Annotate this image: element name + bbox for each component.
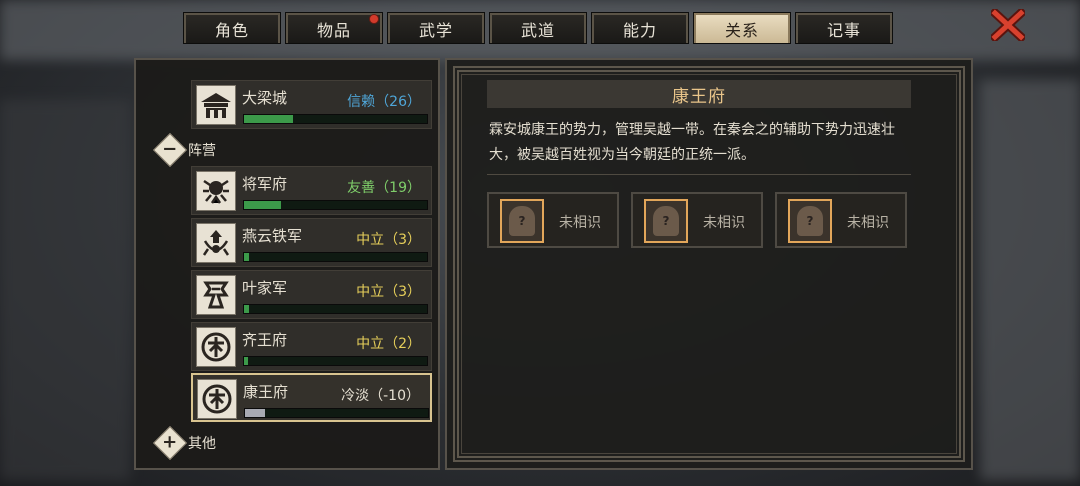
relation-bar-fill [244,357,248,365]
group-other[interactable]: + 其他 [153,426,216,460]
ye-emblem-icon [196,275,236,315]
member-card[interactable]: ? 未相识 [631,192,763,248]
member-label: 未相识 [559,215,601,231]
divider [487,174,911,175]
relation-bar [243,252,428,262]
tab-label: 能力 [622,21,657,40]
relation-bar [243,356,428,366]
kang-prince-emblem-icon [197,379,237,419]
yanyun-emblem-icon [196,223,236,263]
list-item-yanyun-army[interactable]: 燕云铁军 中立（3） [191,218,432,267]
member-card[interactable]: ? 未相识 [487,192,619,248]
expand-toggle-icon[interactable]: + [153,426,187,460]
tab-label: 物品 [316,21,351,40]
relation-bar [243,114,428,124]
faction-title: 康王府 [487,80,911,108]
unknown-avatar-icon: ? [644,199,688,243]
tab-label: 角色 [214,21,249,40]
faction-name: 将军府 [242,175,288,193]
tab-label: 关系 [724,21,759,40]
faction-name: 燕云铁军 [242,227,303,245]
relation-bar-fill [244,305,250,313]
relation-bar-fill [244,201,281,209]
relation-bar [243,304,428,314]
relation-bar [243,200,428,210]
faction-name: 大梁城 [242,89,288,107]
list-item-general-mansion[interactable]: 将军府 友善（19） [191,166,432,215]
tab-label: 武道 [520,21,555,40]
tab-relations[interactable]: 关系 [693,12,791,44]
relation-status: 信赖（26） [347,94,421,110]
relation-bar-fill [244,253,250,261]
faction-name: 康王府 [243,383,289,401]
unknown-avatar-icon: ? [500,199,544,243]
tab-character[interactable]: 角色 [183,12,281,44]
tab-label: 武学 [418,21,453,40]
relation-status: 中立（3） [356,232,421,248]
group-label: 其他 [188,436,216,452]
faction-description: 霖安城康王的势力，管理吴越一带。在秦会之的辅助下势力迅速壮大，被吴越百姓视为当今… [489,122,895,163]
list-item-daliang-city[interactable]: 大梁城 信赖（26） [191,80,432,129]
relation-bar-fill [245,409,266,417]
member-label: 未相识 [703,215,745,231]
relation-status: 中立（3） [356,284,421,300]
relation-status: 友善（19） [347,180,421,196]
qi-prince-emblem-icon [196,327,236,367]
general-emblem-icon [196,171,236,211]
notification-badge [370,15,378,23]
faction-name: 叶家军 [242,279,288,297]
relation-status: 冷淡（-10） [341,388,420,404]
faction-list-panel[interactable]: 大梁城 信赖（26） − 阵营 将军府 友善（19） 燕云铁军 中立（3） 叶家… [134,58,440,470]
list-item-qi-prince-mansion[interactable]: 齐王府 中立（2） [191,322,432,371]
relation-bar-fill [244,115,294,123]
tab-label: 记事 [826,21,861,40]
group-label: 阵营 [188,143,216,159]
close-button[interactable] [990,9,1026,41]
tab-abilities[interactable]: 能力 [591,12,689,44]
member-label: 未相识 [847,215,889,231]
close-icon [991,9,1025,41]
faction-detail-panel: 康王府 霖安城康王的势力，管理吴越一带。在秦会之的辅助下势力迅速壮大，被吴越百姓… [445,58,973,470]
unknown-avatar-icon: ? [788,199,832,243]
tab-martial-way[interactable]: 武道 [489,12,587,44]
group-camp[interactable]: − 阵营 [153,133,216,167]
tab-journal[interactable]: 记事 [795,12,893,44]
tab-bar: 角色 物品 武学 武道 能力 关系 记事 [183,12,893,45]
relation-status: 中立（2） [356,336,421,352]
tab-martial-arts[interactable]: 武学 [387,12,485,44]
member-card[interactable]: ? 未相识 [775,192,907,248]
list-item-kang-prince-mansion[interactable]: 康王府 冷淡（-10） [191,373,432,422]
list-item-ye-family-army[interactable]: 叶家军 中立（3） [191,270,432,319]
collapse-toggle-icon[interactable]: − [153,133,187,167]
faction-name: 齐王府 [242,331,288,349]
relation-bar [244,408,429,418]
city-emblem-icon [196,85,236,125]
tab-items[interactable]: 物品 [285,12,383,44]
